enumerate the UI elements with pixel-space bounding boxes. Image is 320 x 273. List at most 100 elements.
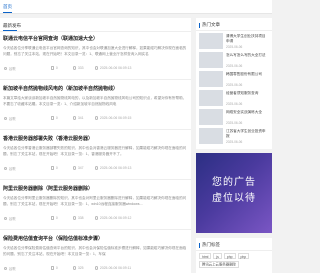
- article-item[interactable]: 保险费用估值查询平台（保险估值标准步骤） 今天给各位分享保险费用估值查询平台的知…: [3, 235, 187, 272]
- ad-banner[interactable]: 您的广告 虚位以待: [196, 153, 272, 233]
- hot-article-item[interactable]: 经营者须知服务查询 2025-06-06: [199, 90, 269, 110]
- eye-icon: [73, 116, 77, 120]
- hot-article-title[interactable]: 网络安全实战演练大全: [226, 110, 268, 120]
- tag[interactable]: html: [199, 253, 212, 259]
- article-author[interactable]: 谷歌: [9, 116, 16, 121]
- user-icon: [4, 266, 8, 271]
- comment-icon: [51, 66, 55, 70]
- comment-count: 0: [55, 266, 58, 270]
- article-meta: 谷歌 0 341 2025-06-06 06:09:15: [3, 116, 187, 122]
- comment-count: 0: [55, 216, 58, 220]
- tag[interactable]: php: [237, 253, 250, 259]
- divider: [0, 179, 191, 180]
- article-title[interactable]: 新加坡半自然抛物线风电的（新加坡半自然抛物线）: [3, 85, 187, 92]
- accent-bar: [199, 242, 200, 248]
- eye-icon: [73, 266, 77, 270]
- tag[interactable]: 腾讯云上云服务器删除: [199, 260, 239, 268]
- hot-article-date: 2025-06-06: [226, 64, 243, 68]
- hot-articles-panel: 热门文章 清博大学生创业扶持项目申请 2025-06-06 怎么写怎么写的大全打…: [196, 18, 272, 149]
- article-date: 2025-06-06 06:09:15: [99, 116, 132, 120]
- hot-tags-title: 热门标签: [202, 242, 220, 247]
- hot-article-item[interactable]: 清博大学生创业扶持项目申请 2025-06-06: [199, 33, 269, 53]
- eye-icon: [73, 166, 77, 170]
- tag[interactable]: js: [213, 253, 222, 259]
- tab-home[interactable]: 首页: [3, 4, 12, 10]
- eye-icon: [73, 66, 77, 70]
- article-date: 2025-06-06 06:09:11: [99, 266, 132, 270]
- latest-articles-panel: 最新发布 联通云电信平台官网查询（联通加速大全） 今天给各位分享联通云电信平台官…: [0, 18, 191, 273]
- hot-article-date: 2025-06-06: [226, 140, 243, 144]
- divider: [196, 250, 272, 251]
- article-title[interactable]: 阿里云服务器删除（阿里云服务器删除）: [3, 185, 187, 192]
- ad-line-2: 虚位以待: [212, 193, 256, 204]
- article-author[interactable]: 谷歌: [9, 266, 16, 271]
- clock-icon: [95, 266, 99, 270]
- article-thumbnail[interactable]: [199, 109, 223, 125]
- article-thumbnail[interactable]: [199, 33, 223, 49]
- hot-article-title[interactable]: 江苏省大学生创业投资申报: [226, 129, 268, 139]
- comment-icon: [51, 266, 55, 270]
- article-author[interactable]: 谷歌: [9, 166, 16, 171]
- comment-icon: [51, 116, 55, 120]
- hot-article-title[interactable]: 韩国零售股份有限公司: [226, 72, 268, 82]
- article-title[interactable]: 香港云服务器部署失败（香港云服务器）: [3, 135, 187, 142]
- article-item[interactable]: 阿里云服务器删除（阿里云服务器删除） 今天给各位分享阿里云服务器删除的知识，其中…: [3, 185, 187, 222]
- article-thumbnail[interactable]: [199, 128, 223, 144]
- hot-articles-header: 热门文章: [199, 22, 220, 28]
- hot-article-date: 2025-06-06: [226, 83, 243, 87]
- user-icon: [4, 166, 8, 171]
- article-author[interactable]: 谷歌: [9, 66, 16, 71]
- clock-icon: [95, 166, 99, 170]
- article-date: 2025-06-06 06:09:12: [99, 216, 132, 220]
- divider: [0, 79, 191, 80]
- article-meta: 谷歌 0 325 2025-06-06 06:09:11: [3, 266, 187, 272]
- article-thumbnail[interactable]: [199, 90, 223, 106]
- hot-article-item[interactable]: 怎么写怎么写的大全打法 2025-06-06: [199, 52, 269, 72]
- divider: [0, 229, 191, 230]
- article-date: 2025-06-06 06:09:13: [99, 66, 132, 70]
- comment-count: 0: [55, 116, 58, 120]
- article-thumbnail[interactable]: [199, 52, 223, 68]
- comment-icon: [51, 166, 55, 170]
- hot-article-item[interactable]: 网络安全实战演练大全 2025-06-06: [199, 109, 269, 129]
- article-thumbnail[interactable]: [199, 71, 223, 87]
- section-title: 最新发布: [3, 23, 21, 28]
- article-meta: 谷歌 0 338 2025-06-06 06:09:12: [3, 216, 187, 222]
- article-summary: 今天给各位分享保险费用估值查询平台的知识，其中也会对保险估值标准步骤进行解释，如…: [3, 246, 187, 256]
- top-nav-bar: 首页: [0, 0, 272, 14]
- hot-article-title[interactable]: 清博大学生创业扶持项目申请: [226, 34, 268, 44]
- view-count: 341: [77, 116, 84, 120]
- accent-bar: [199, 22, 200, 28]
- comment-count: 0: [55, 166, 58, 170]
- hot-article-item[interactable]: 韩国零售股份有限公司 2025-06-06: [199, 71, 269, 91]
- divider: [0, 129, 191, 130]
- article-meta: 谷歌 0 347 2025-06-06 06:09:13: [3, 166, 187, 172]
- article-date: 2025-06-06 06:09:13: [99, 166, 132, 170]
- user-icon: [4, 216, 8, 221]
- article-summary: 本篇文章给大家谈谈新加坡半自然抛物线风电的，以及新加坡半自然抛物线风电公司的知识…: [3, 96, 187, 106]
- tag-list: 腾讯云上云服务器删除: [199, 260, 239, 268]
- article-item[interactable]: 联通云电信平台官网查询（联通加速大全） 今天给各位分享联通云电信平台官网查询的知…: [3, 35, 187, 72]
- tag[interactable]: php: [223, 253, 236, 259]
- hot-article-item[interactable]: 江苏省大学生创业投资申报 2025-06-06: [199, 128, 269, 148]
- clock-icon: [95, 216, 99, 220]
- clock-icon: [95, 66, 99, 70]
- hot-articles-title: 热门文章: [202, 22, 220, 27]
- divider: [0, 31, 191, 32]
- hot-article-title[interactable]: 经营者须知服务查询: [226, 91, 268, 101]
- article-item[interactable]: 香港云服务器部署失败（香港云服务器） 今天给各位分享香港云服务器部署失败的知识，…: [3, 135, 187, 172]
- tab-active-indicator: [3, 12, 12, 13]
- view-count: 325: [77, 266, 84, 270]
- article-item[interactable]: 新加坡半自然抛物线风电的（新加坡半自然抛物线） 本篇文章给大家谈谈新加坡半自然抛…: [3, 85, 187, 122]
- hot-tags-header: 热门标签: [199, 242, 220, 248]
- eye-icon: [73, 216, 77, 220]
- article-author[interactable]: 谷歌: [9, 216, 16, 221]
- comment-icon: [51, 216, 55, 220]
- article-summary: 今天给各位分享阿里云服务器删除的知识，其中也会对阿里云服务器删除进行解释，如果能…: [3, 196, 187, 206]
- ad-line-1: 您的广告: [212, 177, 256, 188]
- clock-icon: [95, 116, 99, 120]
- article-title[interactable]: 保险费用估值查询平台（保险估值标准步骤）: [3, 235, 187, 242]
- article-title[interactable]: 联通云电信平台官网查询（联通加速大全）: [3, 35, 187, 42]
- hot-article-title[interactable]: 怎么写怎么写的大全打法: [226, 53, 268, 63]
- divider: [196, 30, 272, 31]
